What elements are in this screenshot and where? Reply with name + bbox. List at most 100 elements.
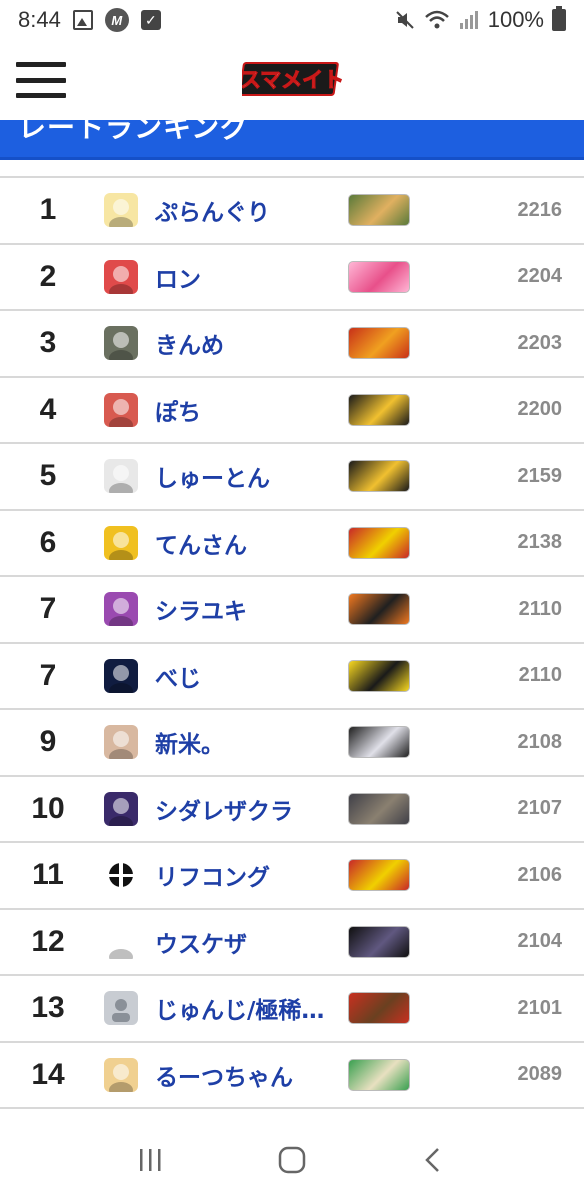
- wifi-icon: [424, 10, 449, 29]
- mute-icon: [396, 11, 414, 29]
- character-icon: [348, 194, 410, 227]
- recents-icon[interactable]: [131, 1140, 171, 1180]
- avatar[interactable]: [104, 658, 138, 693]
- avatar[interactable]: [104, 259, 138, 294]
- rating-value: 2159: [517, 464, 563, 487]
- character-icon: [348, 593, 410, 626]
- ranking-row[interactable]: 7 シラユキ 2110: [0, 577, 584, 644]
- rating-value: 2138: [517, 531, 563, 554]
- avatar[interactable]: [104, 592, 138, 627]
- player-name-link[interactable]: ぽち: [155, 393, 345, 427]
- ranking-row[interactable]: 3 きんめ 2203: [0, 311, 584, 378]
- rank-number: 6: [39, 525, 57, 559]
- ranking-row[interactable]: 6 てんさん 2138: [0, 511, 584, 577]
- rank-number: 3: [39, 326, 57, 360]
- ranking-row[interactable]: 7 べじ 2110: [0, 644, 584, 710]
- avatar[interactable]: [104, 1057, 138, 1092]
- rank-number: 14: [31, 1057, 65, 1091]
- player-name-link[interactable]: きんめ: [155, 326, 345, 360]
- rating-value: 2106: [517, 863, 563, 886]
- ranking-row[interactable]: 12 ウスケザ 2104: [0, 910, 584, 976]
- svg-text:スマメイト: スマメイト: [242, 68, 342, 92]
- character-icon: [348, 792, 410, 825]
- ranking-row[interactable]: 1 ぷらんぐり 2216: [0, 178, 584, 245]
- player-name-link[interactable]: シラユキ: [155, 592, 345, 626]
- app-header: スマメイト: [0, 40, 584, 120]
- character-icon: [348, 260, 410, 293]
- status-bar: 8:44 M ✓ 100%: [0, 0, 584, 40]
- avatar[interactable]: [104, 525, 138, 560]
- avatar[interactable]: [104, 924, 138, 959]
- character-icon: [348, 659, 410, 692]
- section-header: レートランキング: [0, 120, 584, 160]
- player-name-link[interactable]: 新米。: [155, 725, 345, 759]
- rating-value: 2110: [518, 664, 562, 687]
- rating-value: 2108: [517, 730, 563, 753]
- ranking-row[interactable]: 11 リフコング 2106: [0, 843, 584, 910]
- ranking-row[interactable]: 4 ぽち 2200: [0, 378, 584, 444]
- character-icon: [348, 526, 410, 559]
- character-icon: [348, 460, 410, 493]
- system-nav-bar: [0, 1120, 584, 1200]
- ranking-row[interactable]: 13 じゅんじ/極稀… 2101: [0, 976, 584, 1043]
- character-icon: [348, 859, 410, 892]
- player-name-link[interactable]: べじ: [155, 659, 345, 693]
- section-title: レートランキング: [18, 120, 250, 144]
- rating-value: 2204: [517, 265, 563, 288]
- rank-number: 13: [31, 991, 65, 1025]
- rating-value: 2089: [517, 1063, 563, 1086]
- avatar[interactable]: [104, 459, 138, 494]
- rating-value: 2200: [517, 398, 563, 421]
- player-name-link[interactable]: シダレザクラ: [155, 792, 345, 826]
- home-icon[interactable]: [272, 1140, 312, 1180]
- rating-value: 2101: [517, 996, 563, 1019]
- avatar[interactable]: [104, 858, 138, 893]
- site-logo[interactable]: スマメイト: [242, 56, 342, 102]
- rating-value: 2107: [517, 797, 563, 820]
- ranking-row[interactable]: 2 ロン 2204: [0, 245, 584, 311]
- rating-value: 2203: [517, 331, 563, 354]
- player-name-link[interactable]: てんさん: [155, 526, 345, 560]
- rating-value: 2216: [517, 198, 563, 221]
- player-name-link[interactable]: しゅーとん: [155, 459, 345, 493]
- rank-number: 7: [39, 592, 57, 626]
- ranking-row[interactable]: 10 シダレザクラ 2107: [0, 777, 584, 843]
- character-icon: [348, 992, 410, 1025]
- ranking-row[interactable]: 14 るーつちゃん 2089: [0, 1043, 584, 1109]
- avatar[interactable]: [104, 193, 138, 228]
- avatar[interactable]: [104, 791, 138, 826]
- avatar[interactable]: [104, 991, 138, 1026]
- ranking-row[interactable]: 5 しゅーとん 2159: [0, 444, 584, 511]
- player-name-link[interactable]: るーつちゃん: [155, 1058, 345, 1092]
- rank-number: 12: [31, 924, 65, 958]
- rank-number: 1: [39, 193, 57, 227]
- player-name-link[interactable]: ウスケザ: [155, 925, 345, 959]
- image-icon: [72, 10, 93, 30]
- character-icon: [348, 1058, 410, 1091]
- hamburger-menu-icon[interactable]: [16, 62, 66, 98]
- player-name-link[interactable]: じゅんじ/極稀…: [155, 991, 345, 1025]
- avatar[interactable]: [104, 326, 138, 361]
- ranking-row[interactable]: 9 新米。 2108: [0, 710, 584, 777]
- character-icon: [348, 925, 410, 958]
- rank-number: 5: [39, 459, 57, 493]
- rank-number: 4: [39, 392, 57, 426]
- player-name-link[interactable]: リフコング: [155, 858, 345, 892]
- rank-number: 10: [31, 791, 65, 825]
- rating-value: 2104: [517, 930, 563, 953]
- ranking-list: 1 ぷらんぐり 2216 2 ロン 2204 3 きんめ 2203 4 ぽち 2200 5 しゅーとん 21…: [0, 176, 584, 1109]
- player-name-link[interactable]: ぷらんぐり: [155, 193, 345, 227]
- checkbox-icon: ✓: [140, 10, 161, 30]
- battery-percent: 100%: [487, 7, 544, 32]
- avatar[interactable]: [104, 392, 138, 427]
- player-name-link[interactable]: ロン: [155, 260, 345, 294]
- rank-number: 11: [32, 858, 64, 892]
- back-icon[interactable]: [413, 1140, 453, 1180]
- m-app-icon: M: [104, 8, 129, 32]
- avatar[interactable]: [104, 725, 138, 760]
- rank-number: 2: [39, 259, 57, 293]
- character-icon: [348, 726, 410, 759]
- rank-number: 9: [39, 725, 57, 759]
- signal-icon: [459, 11, 478, 29]
- clock: 8:44: [18, 7, 61, 32]
